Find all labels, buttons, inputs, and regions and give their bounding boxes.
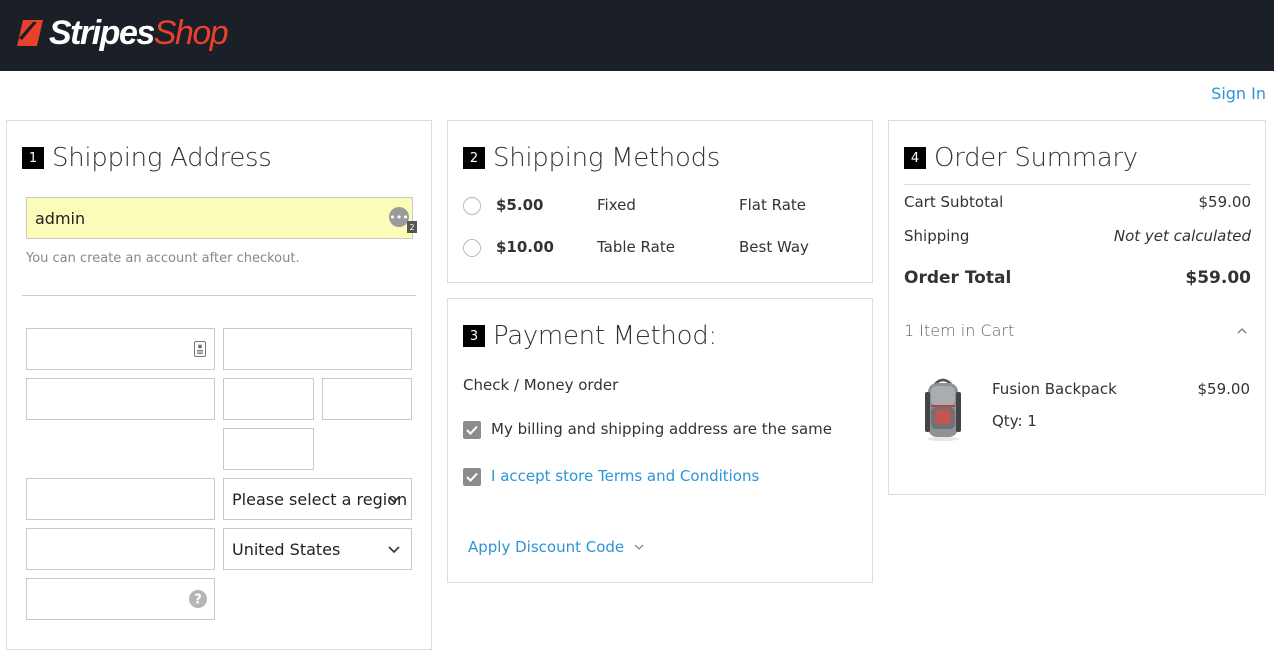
step-number: 4	[904, 147, 926, 169]
terms-link[interactable]: I accept store Terms and Conditions	[491, 467, 759, 485]
payment-method-name: Check / Money order	[463, 376, 619, 394]
order-total-value: $59.00	[1185, 268, 1251, 288]
shipping-methods-heading: 2 Shipping Methods	[463, 143, 720, 173]
chevron-up-icon	[1237, 328, 1247, 334]
checkmark-icon	[466, 425, 478, 435]
items-in-cart-toggle[interactable]: 1 Item in Cart	[904, 321, 1251, 340]
shipping-option-method: Table Rate	[597, 238, 675, 256]
password-manager-icon[interactable]: •••	[389, 207, 409, 227]
order-total-label: Order Total	[904, 268, 1012, 288]
cart-subtotal-row: Cart Subtotal $59.00	[904, 193, 1251, 211]
svg-text:?: ?	[194, 593, 202, 608]
section-divider	[22, 295, 416, 296]
city-field[interactable]	[26, 478, 215, 520]
country-select[interactable]: United States	[223, 528, 412, 570]
shipping-methods-panel: 2 Shipping Methods $5.00 Fixed Flat Rate…	[447, 120, 873, 283]
shipping-label: Shipping	[904, 227, 970, 245]
chevron-down-icon	[388, 546, 400, 554]
items-in-cart-label: 1 Item in Cart	[904, 321, 1015, 340]
shipping-value: Not yet calculated	[1113, 227, 1251, 245]
shipping-option-radio-table-rate[interactable]	[463, 239, 481, 257]
checkmark-icon	[466, 472, 478, 482]
shipping-option-price: $5.00	[496, 196, 544, 214]
same-address-label: My billing and shipping address are the …	[491, 420, 833, 438]
street-address-field[interactable]	[26, 378, 215, 420]
chevron-down-icon	[634, 544, 644, 550]
phone-number-field[interactable]: ?	[26, 578, 215, 620]
product-price: $59.00	[1197, 380, 1251, 398]
sign-in-link[interactable]: Sign In	[1211, 84, 1266, 103]
apply-discount-toggle[interactable]: Apply Discount Code	[468, 538, 644, 556]
region-select[interactable]: Please select a region	[223, 478, 412, 520]
country-select-value: United States	[232, 539, 341, 559]
order-summary-heading: 4 Order Summary	[904, 143, 1138, 173]
top-bar: StripesShop	[0, 0, 1274, 71]
apply-discount-label: Apply Discount Code	[468, 538, 625, 556]
first-name-field[interactable]	[26, 328, 215, 370]
payment-method-heading: 3 Payment Method:	[463, 321, 717, 351]
street-line-3-field[interactable]	[322, 378, 412, 420]
help-icon[interactable]: ?	[189, 590, 207, 608]
same-address-checkbox[interactable]	[463, 421, 481, 439]
payment-method-panel: 3 Payment Method: Check / Money order My…	[447, 298, 873, 583]
order-total-row: Order Total $59.00	[904, 268, 1251, 288]
brand-name: StripesShop	[49, 13, 229, 52]
shipping-option-price: $10.00	[496, 238, 554, 256]
shipping-option-carrier: Best Way	[739, 238, 809, 256]
chevron-down-icon	[388, 496, 400, 504]
shipping-option-radio-fixed[interactable]	[463, 197, 481, 215]
stripes-logo-icon	[17, 20, 43, 46]
step-number: 3	[463, 325, 485, 347]
section-title: Shipping Methods	[493, 143, 721, 173]
order-summary-panel: 4 Order Summary Cart Subtotal $59.00 Shi…	[888, 120, 1266, 495]
street-line-4-field[interactable]	[223, 428, 314, 470]
account-hint: You can create an account after checkout…	[26, 251, 300, 266]
stripes-shop-logo[interactable]: StripesShop	[17, 13, 229, 53]
fusion-backpack-image	[925, 378, 961, 441]
subtotal-value: $59.00	[1198, 193, 1252, 211]
email-value: admin	[35, 208, 86, 228]
step-number: 1	[22, 147, 44, 169]
last-name-field[interactable]	[223, 328, 412, 370]
shipping-option-method: Fixed	[597, 196, 636, 214]
shipping-address-panel: 1 Shipping Address admin ••• 2 You can c…	[6, 120, 432, 650]
product-name: Fusion Backpack	[992, 380, 1117, 398]
terms-checkbox[interactable]	[463, 468, 481, 486]
section-title: Shipping Address	[52, 143, 272, 173]
shipping-address-heading: 1 Shipping Address	[22, 143, 272, 173]
region-select-value: Please select a region	[232, 489, 408, 509]
email-field[interactable]: admin ••• 2	[26, 197, 417, 239]
summary-divider	[904, 184, 1251, 185]
contact-card-icon	[194, 341, 206, 357]
street-line-2-field[interactable]	[223, 378, 314, 420]
subtotal-label: Cart Subtotal	[904, 193, 1004, 211]
section-title: Order Summary	[934, 143, 1138, 173]
autofill-count-badge: 2	[407, 221, 417, 233]
step-number: 2	[463, 147, 485, 169]
section-title: Payment Method:	[493, 321, 717, 351]
product-quantity: Qty: 1	[992, 412, 1037, 430]
shipping-row: Shipping Not yet calculated	[904, 227, 1251, 245]
zip-code-field[interactable]	[26, 528, 215, 570]
shipping-option-carrier: Flat Rate	[739, 196, 807, 214]
